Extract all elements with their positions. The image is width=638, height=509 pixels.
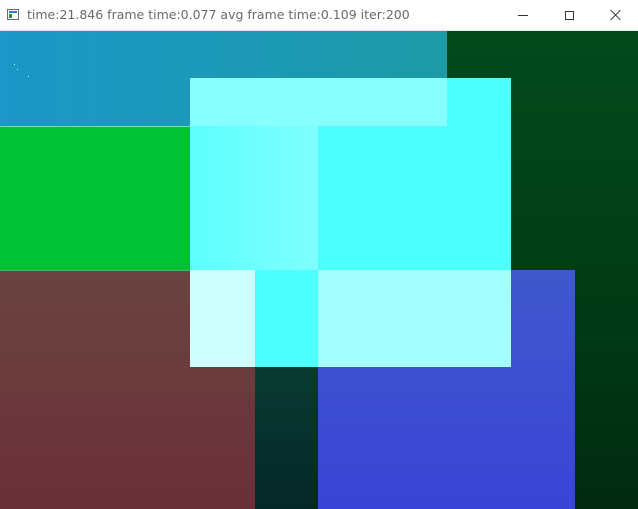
pale-cyan-block [190, 270, 255, 367]
title-bar[interactable]: time:21.846 frame time:0.077 avg frame t… [0, 0, 638, 31]
maximize-button[interactable] [546, 0, 592, 30]
window-title: time:21.846 frame time:0.077 avg frame t… [27, 7, 410, 22]
app-window-icon [7, 9, 19, 20]
close-icon [609, 9, 621, 21]
close-button[interactable] [592, 0, 638, 30]
cyan-overlap-middle [255, 270, 318, 367]
pixel-speck [17, 69, 18, 70]
green-rectangle [0, 126, 190, 270]
minimize-button[interactable] [500, 0, 546, 30]
cyan-overlap-left [190, 126, 318, 270]
pixel-speck [14, 64, 15, 65]
pixel-speck [28, 76, 29, 77]
dark-teal-region [255, 367, 318, 509]
app-window: time:21.846 frame time:0.077 avg frame t… [0, 0, 638, 509]
render-canvas[interactable] [0, 31, 638, 509]
light-cyan-block [318, 270, 511, 367]
maximize-icon [564, 10, 574, 20]
minimize-icon [518, 14, 528, 16]
light-cyan-band [190, 78, 447, 126]
